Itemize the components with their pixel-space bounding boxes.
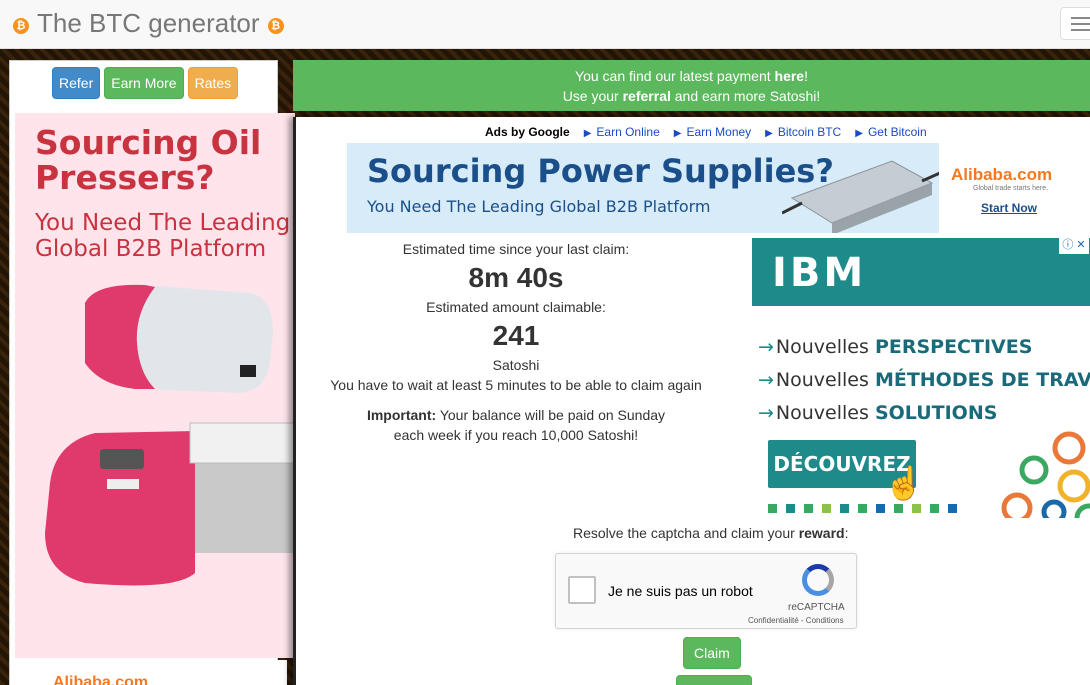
bitcoin-icon: ₿ (267, 17, 284, 34)
ibm-ad-line: → Nouvelles SOLUTIONS (758, 402, 997, 424)
amount-label: Estimated amount claimable: (426, 299, 606, 315)
dot (822, 504, 831, 513)
dot (912, 504, 921, 513)
ibm-ad-item: MÉTHODES DE TRAVAIL (874, 369, 1090, 391)
dot (930, 504, 939, 513)
captcha-prompt-text: : (844, 525, 849, 541)
captcha-prompt-bold: reward (798, 525, 845, 541)
claim-stats: Estimated time since your last claim: 8m… (306, 239, 726, 445)
info-banner: You can find our latest payment here! Us… (293, 60, 1090, 111)
banner-line-1: You can find our latest payment here! (293, 66, 1090, 86)
alibaba-logo: Alibaba.com (53, 674, 149, 685)
dot (948, 504, 957, 513)
ibm-ad-item: SOLUTIONS (874, 402, 998, 424)
bitcoin-icon: ₿ (13, 17, 29, 34)
ads-by-google-label[interactable]: Ads by Google (485, 125, 570, 139)
google-ad-links: Ads by Google Earn Online Earn Money Bit… (485, 125, 927, 139)
rates-button[interactable]: Rates (187, 67, 239, 99)
dot (876, 504, 885, 513)
banner-line-2: Use your referral and earn more Satoshi! (293, 86, 1090, 106)
menu-bar (1071, 23, 1090, 25)
menu-bar (1071, 29, 1090, 31)
recaptcha-widget: Je ne suis pas un robot reCAPTCHA Confid… (555, 553, 857, 629)
faucet-panel: Ads by Google Earn Online Earn Money Bit… (293, 117, 1090, 685)
arrow-icon: → (758, 336, 774, 358)
ibm-logo: IBM (772, 250, 867, 296)
hamburger-menu-button[interactable] (1060, 7, 1090, 40)
earn-more-button[interactable]: Earn More (104, 67, 184, 99)
alibaba-tagline: Global trade starts here. (973, 185, 1049, 192)
alibaba-logo: Alibaba.com (951, 165, 1053, 184)
arrow-icon: → (758, 402, 774, 424)
ibm-pattern-graphic (1001, 431, 1090, 518)
oil-press-top (85, 284, 273, 393)
dot (768, 504, 777, 513)
left-banner-ad[interactable]: Sourcing Oil Pressers? You Need The Lead… (15, 113, 295, 658)
claim-button[interactable]: Claim (683, 637, 741, 669)
ad-subline-1: You Need The Leading (35, 210, 291, 236)
dot (858, 504, 867, 513)
ad-link-earn-money[interactable]: Earn Money (674, 125, 751, 139)
banner-text: You can find our latest payment (575, 68, 775, 84)
oil-press-image (45, 284, 295, 586)
banner-text: and earn more Satoshi! (670, 88, 821, 104)
ad-subline-2: Global B2B Platform (35, 236, 267, 262)
recaptcha-terms-links[interactable]: Confidentialité - Conditions (748, 616, 844, 625)
secondary-button[interactable] (676, 675, 752, 685)
ad-subline: You Need The Leading Global B2B Platform (35, 210, 290, 262)
left-ad-footer: Alibaba.com (15, 660, 287, 685)
sidebar-button-row: Refer Earn More Rates (52, 67, 239, 99)
ibm-ad-prefix: Nouvelles (775, 336, 869, 358)
amount-unit: Satoshi (492, 357, 540, 373)
captcha-prompt-text: Resolve the captcha and claim your (573, 525, 799, 541)
captcha-prompt: Resolve the captcha and claim your rewar… (573, 525, 849, 541)
ad-link-bitcoin-btc[interactable]: Bitcoin BTC (765, 125, 841, 139)
site-title[interactable]: The BTC generator (37, 8, 260, 39)
ibm-ad-prefix: Nouvelles (775, 369, 869, 391)
ad-link-earn-online[interactable]: Earn Online (584, 125, 659, 139)
power-supplies-ad[interactable]: Sourcing Power Supplies? You Need The Le… (347, 143, 1075, 233)
arrow-icon: → (758, 369, 774, 391)
dot (840, 504, 849, 513)
refer-button[interactable]: Refer (52, 67, 101, 99)
ad-link-get-bitcoin[interactable]: Get Bitcoin (855, 125, 927, 139)
ad-close-icon[interactable]: ⓘ ✕ (1059, 238, 1089, 254)
recaptcha-logo-icon (802, 564, 834, 596)
oil-press-bottom (45, 422, 295, 586)
ibm-ad-prefix: Nouvelles (775, 402, 869, 424)
power-supply-image (782, 160, 941, 233)
ibm-ad-line: → Nouvelles PERSPECTIVES (758, 336, 1032, 358)
ad-cta-area: Alibaba.com Global trade starts here. St… (939, 143, 1075, 233)
banner-text: Use your (562, 88, 623, 104)
important-label: Important: (366, 407, 437, 423)
start-now-link[interactable]: Start Now (981, 201, 1037, 215)
wait-note: You have to wait at least 5 minutes to b… (330, 377, 702, 393)
dot (894, 504, 903, 513)
recaptcha-checkbox[interactable] (568, 576, 596, 604)
dot (786, 504, 795, 513)
dot (804, 504, 813, 513)
time-label: Estimated time since your last claim: (402, 241, 630, 257)
ad-headline: Sourcing Oil Pressers? (35, 123, 262, 197)
ibm-ad-item: PERSPECTIVES (874, 336, 1033, 358)
ibm-ad[interactable]: IBM ⓘ ✕ → Nouvelles PERSPECTIVES → Nouvell… (752, 238, 1090, 518)
payment-here-link[interactable]: here (775, 68, 805, 84)
recaptcha-brand: reCAPTCHA (788, 602, 845, 613)
payout-note: Important: Your balance will be paid on … (306, 405, 726, 445)
ibm-ad-line: →Nouvelles MÉTHODES DE TRAVAIL (758, 369, 1090, 391)
ibm-ad-dots (768, 504, 957, 513)
banner-text: ! (804, 68, 808, 84)
menu-bar (1071, 17, 1090, 19)
ibm-ad-header: IBM (752, 238, 1090, 306)
referral-link[interactable]: referral (623, 88, 671, 104)
hand-cursor-icon: ☝ (884, 465, 924, 501)
site-brand[interactable]: ₿ The BTC generator ₿ (13, 8, 284, 39)
ad-headline: Sourcing Power Supplies? (367, 152, 834, 190)
recaptcha-label: Je ne suis pas un robot (608, 583, 753, 599)
ad-subline: You Need The Leading Global B2B Platform (367, 197, 711, 216)
navbar: ₿ The BTC generator ₿ (0, 0, 1090, 49)
amount-value: 241 (492, 320, 540, 351)
time-value: 8m 40s (468, 262, 564, 293)
